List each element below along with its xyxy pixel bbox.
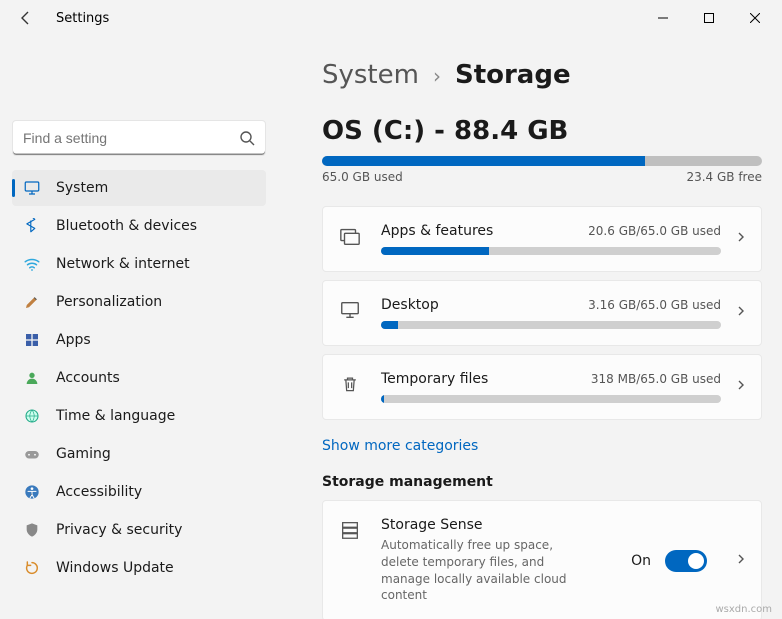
system-icon [22,178,42,198]
sidebar-item-gaming[interactable]: Gaming [12,436,266,472]
sidebar-item-accounts[interactable]: Accounts [12,360,266,396]
desktop-icon [339,299,361,321]
storage-category-desktop[interactable]: Desktop 3.16 GB/65.0 GB used [322,280,762,346]
drive-used-label: 65.0 GB used [322,170,403,184]
sidebar-item-label: Apps [56,332,91,348]
gamepad-icon [22,444,42,464]
chevron-right-icon [735,305,747,321]
category-usage: 20.6 GB/65.0 GB used [588,224,721,238]
chevron-right-icon [735,379,747,395]
drive-free-label: 23.4 GB free [686,170,762,184]
maximize-button[interactable] [686,0,732,36]
drive-usage-bar [322,156,762,166]
storage-category-temp[interactable]: Temporary files 318 MB/65.0 GB used [322,354,762,420]
maximize-icon [704,13,714,23]
sidebar-item-label: Personalization [56,294,162,310]
category-title: Temporary files [381,371,488,387]
storage-sense-toggle[interactable] [665,550,707,572]
bluetooth-icon [22,216,42,236]
wifi-icon [22,254,42,274]
apps-icon [22,330,42,350]
category-bar-fill [381,395,384,403]
drive-title: OS (C:) - 88.4 GB [322,116,762,146]
sidebar-item-label: Bluetooth & devices [56,218,197,234]
toggle-label: On [631,553,651,569]
sidebar-item-personalization[interactable]: Personalization [12,284,266,320]
apps-features-icon [339,225,361,247]
sidebar-item-network[interactable]: Network & internet [12,246,266,282]
trash-icon [339,373,361,395]
chevron-right-icon: › [433,64,441,88]
shield-icon [22,520,42,540]
drive-usage-fill [322,156,645,166]
category-bar-fill [381,247,489,255]
minimize-button[interactable] [640,0,686,36]
sidebar: System Bluetooth & devices Network & int… [0,36,278,619]
storage-sense-title: Storage Sense [381,517,631,533]
storage-sense-icon [339,519,361,541]
category-usage: 318 MB/65.0 GB used [591,372,721,386]
window-title: Settings [56,11,109,26]
category-title: Apps & features [381,223,493,239]
globe-icon [22,406,42,426]
sidebar-item-privacy[interactable]: Privacy & security [12,512,266,548]
category-title: Desktop [381,297,439,313]
chevron-right-icon [735,553,747,569]
storage-category-apps[interactable]: Apps & features 20.6 GB/65.0 GB used [322,206,762,272]
paintbrush-icon [22,292,42,312]
category-bar-fill [381,321,398,329]
sidebar-item-label: Gaming [56,446,111,462]
search-icon [239,130,255,146]
sidebar-item-label: Windows Update [56,560,174,576]
update-icon [22,558,42,578]
sidebar-item-bluetooth[interactable]: Bluetooth & devices [12,208,266,244]
main-content: System › Storage OS (C:) - 88.4 GB 65.0 … [278,36,782,619]
back-arrow-icon [18,10,34,26]
close-button[interactable] [732,0,778,36]
close-icon [750,13,760,23]
sidebar-item-label: Time & language [56,408,175,424]
storage-management-heading: Storage management [322,474,762,490]
storage-sense-card[interactable]: Storage Sense Automatically free up spac… [322,500,762,619]
sidebar-item-apps[interactable]: Apps [12,322,266,358]
breadcrumb: System › Storage [322,60,762,90]
back-button[interactable] [14,6,38,30]
sidebar-item-time[interactable]: Time & language [12,398,266,434]
chevron-right-icon [735,231,747,247]
show-more-categories-link[interactable]: Show more categories [322,438,762,454]
sidebar-item-label: Accounts [56,370,120,386]
sidebar-item-label: Accessibility [56,484,142,500]
breadcrumb-parent[interactable]: System [322,60,419,90]
sidebar-item-label: System [56,180,108,196]
accessibility-icon [22,482,42,502]
sidebar-item-update[interactable]: Windows Update [12,550,266,586]
sidebar-item-system[interactable]: System [12,170,266,206]
breadcrumb-current: Storage [455,60,571,90]
watermark: wsxdn.com [715,604,772,615]
search-box[interactable] [12,120,266,156]
category-usage: 3.16 GB/65.0 GB used [588,298,721,312]
sidebar-item-accessibility[interactable]: Accessibility [12,474,266,510]
storage-sense-description: Automatically free up space, delete temp… [381,537,591,604]
minimize-icon [658,13,668,23]
sidebar-item-label: Privacy & security [56,522,182,538]
sidebar-item-label: Network & internet [56,256,190,272]
search-input[interactable] [23,130,239,146]
person-icon [22,368,42,388]
